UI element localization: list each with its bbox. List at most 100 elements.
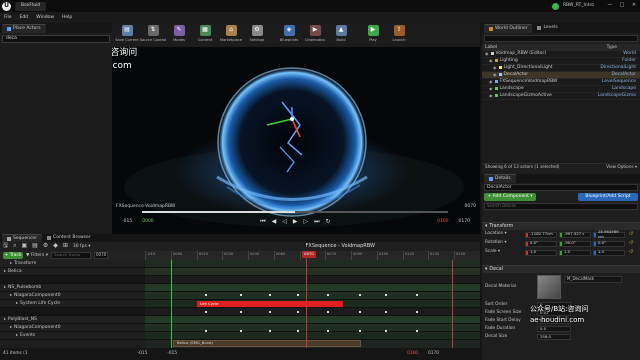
- play-icon[interactable]: ▶: [293, 218, 298, 226]
- keyframe-dot[interactable]: [359, 311, 361, 313]
- menu-file[interactable]: File: [0, 15, 16, 20]
- level-tab[interactable]: BoxFluid: [15, 1, 47, 11]
- tab-content-browser[interactable]: Content Browser: [42, 235, 96, 240]
- details-search-input[interactable]: Search Details: [484, 203, 638, 210]
- sequencer-track-row[interactable]: ▸ NS_Pulsebomb: [0, 284, 145, 292]
- sequencer-track-row[interactable]: ▸ NiagaraComponent0: [0, 324, 145, 332]
- go-to-start-icon[interactable]: ⏮: [260, 218, 265, 226]
- track-expand-icon[interactable]: ▸: [10, 325, 12, 330]
- seq-fps-dropdown[interactable]: 30 fps ▾: [73, 244, 91, 249]
- actor-name-field[interactable]: DecalActor: [484, 184, 638, 191]
- playhead[interactable]: [306, 251, 307, 348]
- sequencer-track-row[interactable]: ▸ Events: [0, 332, 145, 340]
- track-expand-icon[interactable]: ▸: [10, 293, 12, 298]
- keyframe-dot[interactable]: [327, 330, 329, 332]
- rotation-z-field[interactable]: 0.0°: [593, 240, 625, 247]
- tab-place-actors[interactable]: Place Actors: [2, 23, 46, 33]
- step-back-icon[interactable]: ◀: [272, 218, 277, 226]
- outliner-row[interactable]: ◉ Light_DirectionalLight DirectionalLight: [482, 65, 640, 72]
- add-track-button[interactable]: + Track: [3, 252, 23, 259]
- track-expand-icon[interactable]: ▸: [4, 317, 6, 322]
- seq-save-icon[interactable]: 🖫: [3, 242, 8, 250]
- reset-to-default-icon[interactable]: ↺: [629, 249, 633, 256]
- seq-search-icon[interactable]: ⌕: [13, 242, 16, 250]
- sequencer-track-row[interactable]: ▸ System Life Cycle: [0, 300, 145, 308]
- toolbar-source-control-button[interactable]: ⇅ Source Control: [140, 23, 166, 47]
- outliner-col-label[interactable]: Label: [485, 45, 497, 50]
- keyframe-dot[interactable]: [327, 294, 329, 296]
- reset-to-default-icon[interactable]: ↺: [629, 240, 633, 247]
- toolbar-settings-button[interactable]: ⚙ Settings: [244, 23, 270, 47]
- decal-prop-field[interactable]: 256.0: [537, 334, 571, 340]
- tab-world-outliner[interactable]: World Outliner: [484, 23, 533, 33]
- keyframe-dot[interactable]: [359, 294, 361, 296]
- sequencer-track-row[interactable]: [0, 276, 145, 284]
- minimize-button[interactable]: —: [604, 2, 616, 9]
- toolbar-build-button[interactable]: ▲ Build: [328, 23, 354, 47]
- loop-icon[interactable]: ↻: [326, 218, 331, 226]
- toolbar-launch-button[interactable]: ⇧ Launch: [386, 23, 412, 47]
- rotation-y-field[interactable]: -90.0°: [559, 240, 591, 247]
- keyframe-dot[interactable]: [240, 330, 242, 332]
- sequencer-track-row[interactable]: ▸ Belica: [0, 268, 145, 276]
- toolbar-play-button[interactable]: ▶ Play: [360, 23, 386, 47]
- keyframe-dot[interactable]: [385, 311, 387, 313]
- keyframe-dot[interactable]: [385, 294, 387, 296]
- outliner-row[interactable]: ◉ FXSequenceVoidmapRBW LevelSequence: [482, 79, 640, 86]
- keyframe-dot[interactable]: [297, 311, 299, 313]
- menu-window[interactable]: Window: [32, 15, 58, 20]
- decal-prop-field[interactable]: 0.0: [537, 326, 571, 332]
- location-z-field[interactable]: 28.964969 cm: [593, 230, 625, 238]
- reset-to-default-icon[interactable]: ↺: [629, 231, 633, 238]
- go-to-end-icon[interactable]: ⏭: [314, 218, 319, 226]
- toolbar-content-button[interactable]: ▦ Content: [192, 23, 218, 47]
- scale-label[interactable]: Scale ▾: [485, 249, 523, 255]
- visibility-eye-icon[interactable]: ◉: [493, 65, 497, 71]
- source-control-status-icon[interactable]: [552, 2, 559, 10]
- tab-sequencer[interactable]: Sequencer: [2, 234, 43, 242]
- tab-levels[interactable]: Levels: [532, 24, 562, 31]
- seq-camera-icon[interactable]: ▣: [22, 242, 28, 250]
- track-expand-icon[interactable]: ▸: [16, 301, 18, 306]
- decal-material-dropdown[interactable]: M_DecalMask: [564, 276, 622, 283]
- keyframe-dot[interactable]: [205, 330, 207, 332]
- scale-z-field[interactable]: 1.0: [593, 249, 625, 256]
- outliner-row[interactable]: ◉ DecalActor DecalActor: [482, 72, 640, 79]
- seq-render-icon[interactable]: ▤: [32, 242, 38, 250]
- menu-edit[interactable]: Edit: [16, 15, 33, 20]
- tab-details[interactable]: Details: [484, 174, 516, 183]
- maximize-button[interactable]: □: [616, 2, 628, 9]
- decal-section-header[interactable]: ▾ Decal: [482, 265, 640, 273]
- visibility-eye-icon[interactable]: ◉: [489, 86, 493, 92]
- sequencer-track-row[interactable]: [0, 308, 145, 316]
- place-actors-search-input[interactable]: deca: [2, 35, 110, 43]
- track-expand-icon[interactable]: ▸: [10, 261, 12, 266]
- ue-logo[interactable]: U: [2, 1, 11, 11]
- seq-snap-icon[interactable]: ⊞: [63, 242, 68, 250]
- keyframe-dot[interactable]: [240, 311, 242, 313]
- keyframe-dot[interactable]: [416, 294, 418, 296]
- track-expand-icon[interactable]: ▸: [16, 333, 18, 338]
- menu-help[interactable]: Help: [58, 15, 76, 20]
- keyframe-dot[interactable]: [297, 330, 299, 332]
- keyframe-dot[interactable]: [385, 330, 387, 332]
- belica-clip[interactable]: Belica (SMG_Burst): [173, 340, 361, 347]
- keyframe-dot[interactable]: [416, 330, 418, 332]
- outliner-row[interactable]: ◉ LandscapeGizmoActive LandscapeGizmo: [482, 93, 640, 100]
- blueprint-add-script-button[interactable]: Blueprint/Add Script: [578, 192, 638, 201]
- keyframe-dot[interactable]: [416, 311, 418, 313]
- rotation-x-field[interactable]: 0.0°: [525, 240, 557, 247]
- decal-material-thumbnail[interactable]: [537, 275, 561, 299]
- frame-input[interactable]: 0070: [94, 252, 109, 259]
- toolbar-save-current-button[interactable]: ▤ Save Current: [114, 23, 140, 47]
- outliner-search-input[interactable]: [484, 35, 638, 42]
- visibility-eye-icon[interactable]: ◉: [489, 79, 493, 85]
- close-button[interactable]: ✕: [628, 2, 640, 9]
- outliner-row[interactable]: ◉ Landscape Landscape: [482, 86, 640, 93]
- track-search-input[interactable]: Search Tracks: [51, 252, 92, 259]
- sequencer-track-row[interactable]: ▸ NiagaraComponent0: [0, 292, 145, 300]
- visibility-eye-icon[interactable]: ◉: [489, 58, 493, 64]
- location-y-field[interactable]: -997.527 c: [559, 231, 591, 238]
- visibility-eye-icon[interactable]: ◉: [493, 72, 497, 78]
- keyframe-dot[interactable]: [269, 294, 271, 296]
